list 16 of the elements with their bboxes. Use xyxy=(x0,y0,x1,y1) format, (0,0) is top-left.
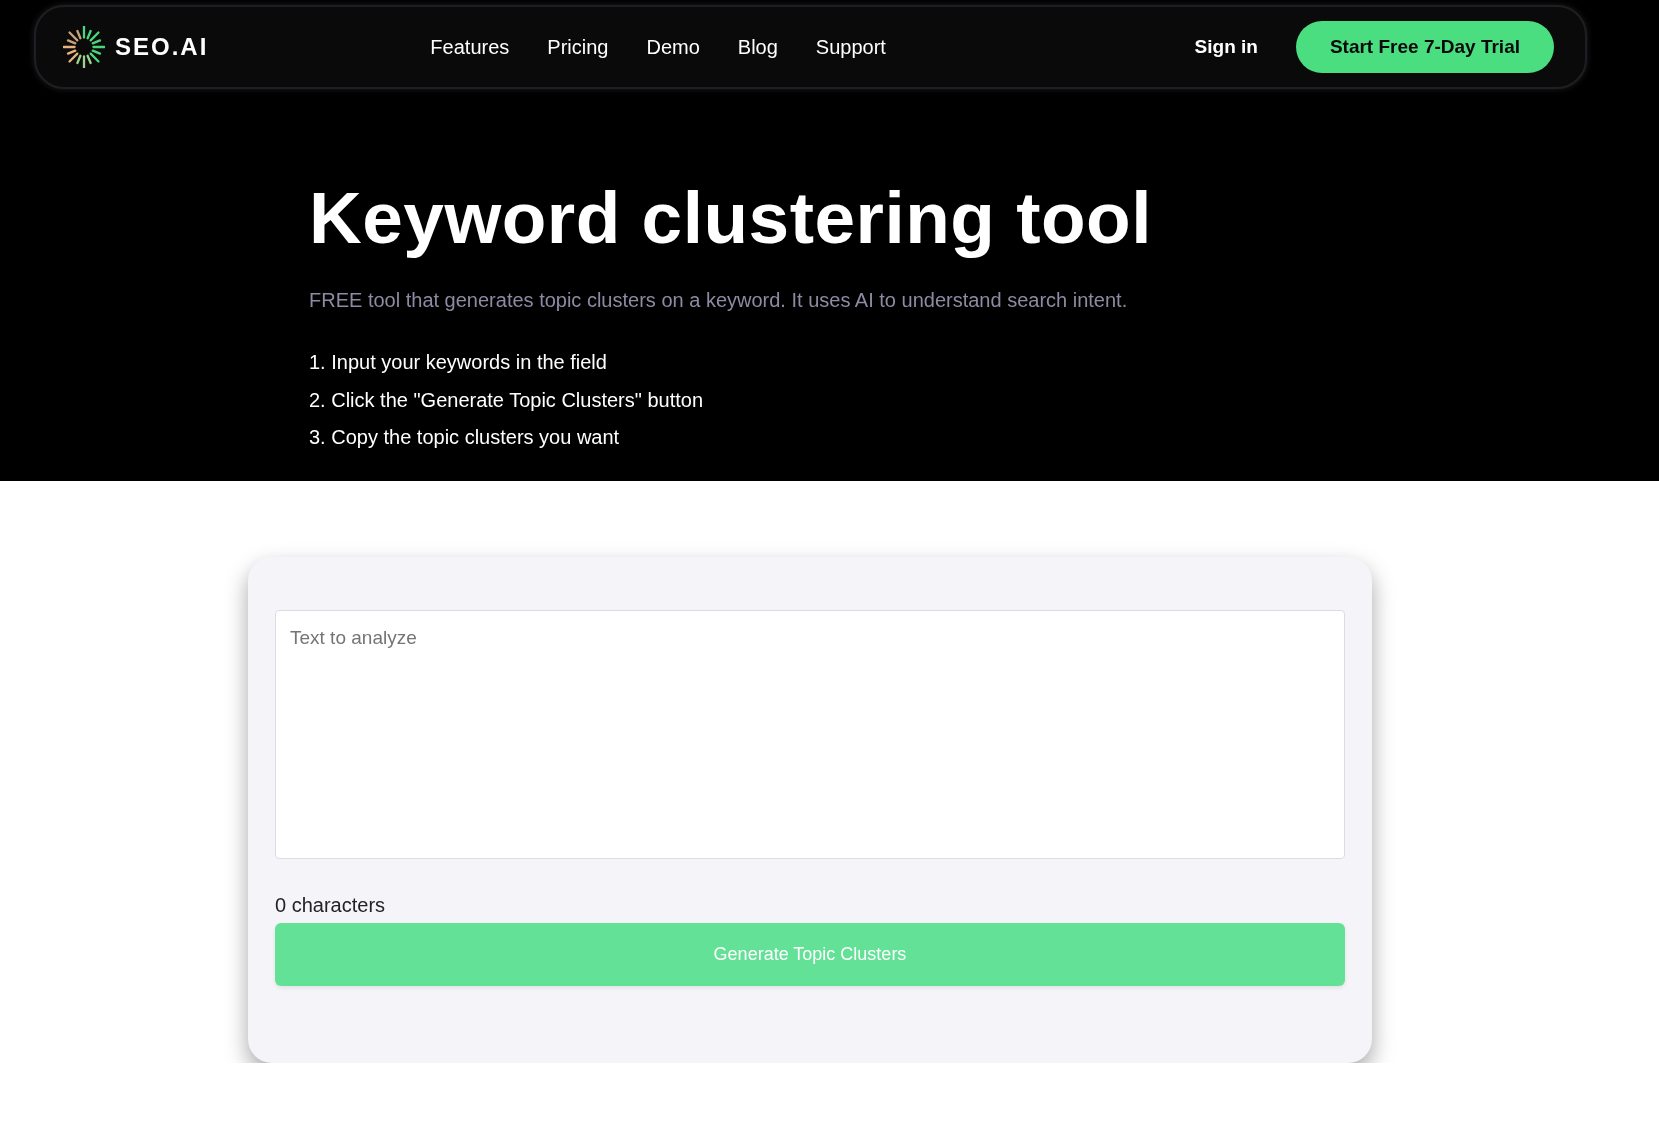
step-text: 3. Copy the topic clusters you want xyxy=(309,425,620,450)
nav-link[interactable]: Pricing xyxy=(547,35,609,59)
page-title: Keyword clustering tool xyxy=(309,178,1152,258)
step-text: 2. Click the "Generate Topic Clusters" button xyxy=(309,387,704,413)
character-count: 0 characters xyxy=(275,892,386,917)
nav-link[interactable]: Demo xyxy=(646,35,700,59)
start-trial-button[interactable]: Start Free 7-Day Trial xyxy=(1295,21,1554,73)
nav-link[interactable]: Blog xyxy=(737,35,778,59)
brand-name[interactable]: SEO.AI xyxy=(115,33,209,61)
nav-link[interactable]: Support xyxy=(815,35,886,59)
logo-icon[interactable] xyxy=(63,26,105,68)
sign-in-link[interactable]: Sign in xyxy=(1194,36,1258,58)
text-input-field[interactable]: Text to analyze xyxy=(275,609,1345,859)
step-text: 1. Input your keywords in the field xyxy=(309,350,607,375)
nav-link[interactable]: Features xyxy=(430,35,510,59)
page-subtitle: FREE tool that generates topic clusters on a keyword. It uses AI to understand search intent. xyxy=(309,288,1128,313)
